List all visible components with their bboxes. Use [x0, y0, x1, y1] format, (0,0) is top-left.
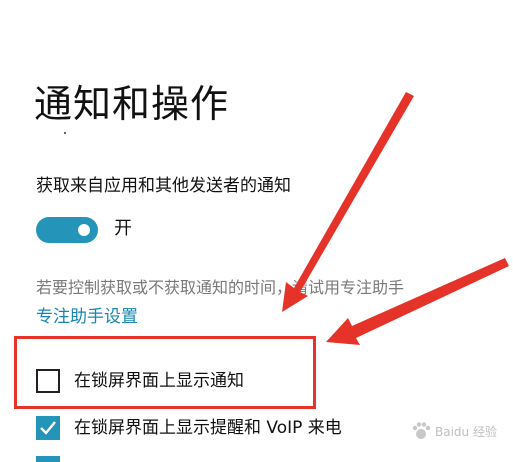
focus-assist-settings-link[interactable]: 专注助手设置	[36, 305, 138, 329]
cursor-dot	[64, 132, 66, 134]
annotation-arrow-2	[326, 258, 509, 345]
focus-assist-hint: 若要控制获取或不获取通知的时间，请试用专注助手	[36, 278, 405, 297]
lockscreen-reminders-checkbox[interactable]	[36, 416, 60, 440]
lockscreen-reminders-label: 在锁屏界面上显示提醒和 VoIP 来电	[74, 418, 342, 438]
baidu-watermark: Baidu 经验	[410, 418, 510, 444]
toggle-state-label: 开	[114, 218, 132, 239]
notifications-section-label: 获取来自应用和其他发送者的通知	[36, 176, 291, 196]
checkmark-icon	[40, 421, 56, 435]
lockscreen-notifications-checkbox[interactable]	[36, 369, 60, 393]
watermark-text: Baidu 经验	[435, 424, 497, 439]
lockscreen-notifications-label: 在锁屏界面上显示通知	[74, 371, 244, 391]
notifications-toggle[interactable]	[36, 217, 98, 243]
next-option-checkbox[interactable]	[36, 456, 60, 462]
paw-logo-icon	[412, 422, 431, 439]
toggle-knob	[78, 224, 90, 236]
page-title: 通知和操作	[34, 82, 230, 126]
